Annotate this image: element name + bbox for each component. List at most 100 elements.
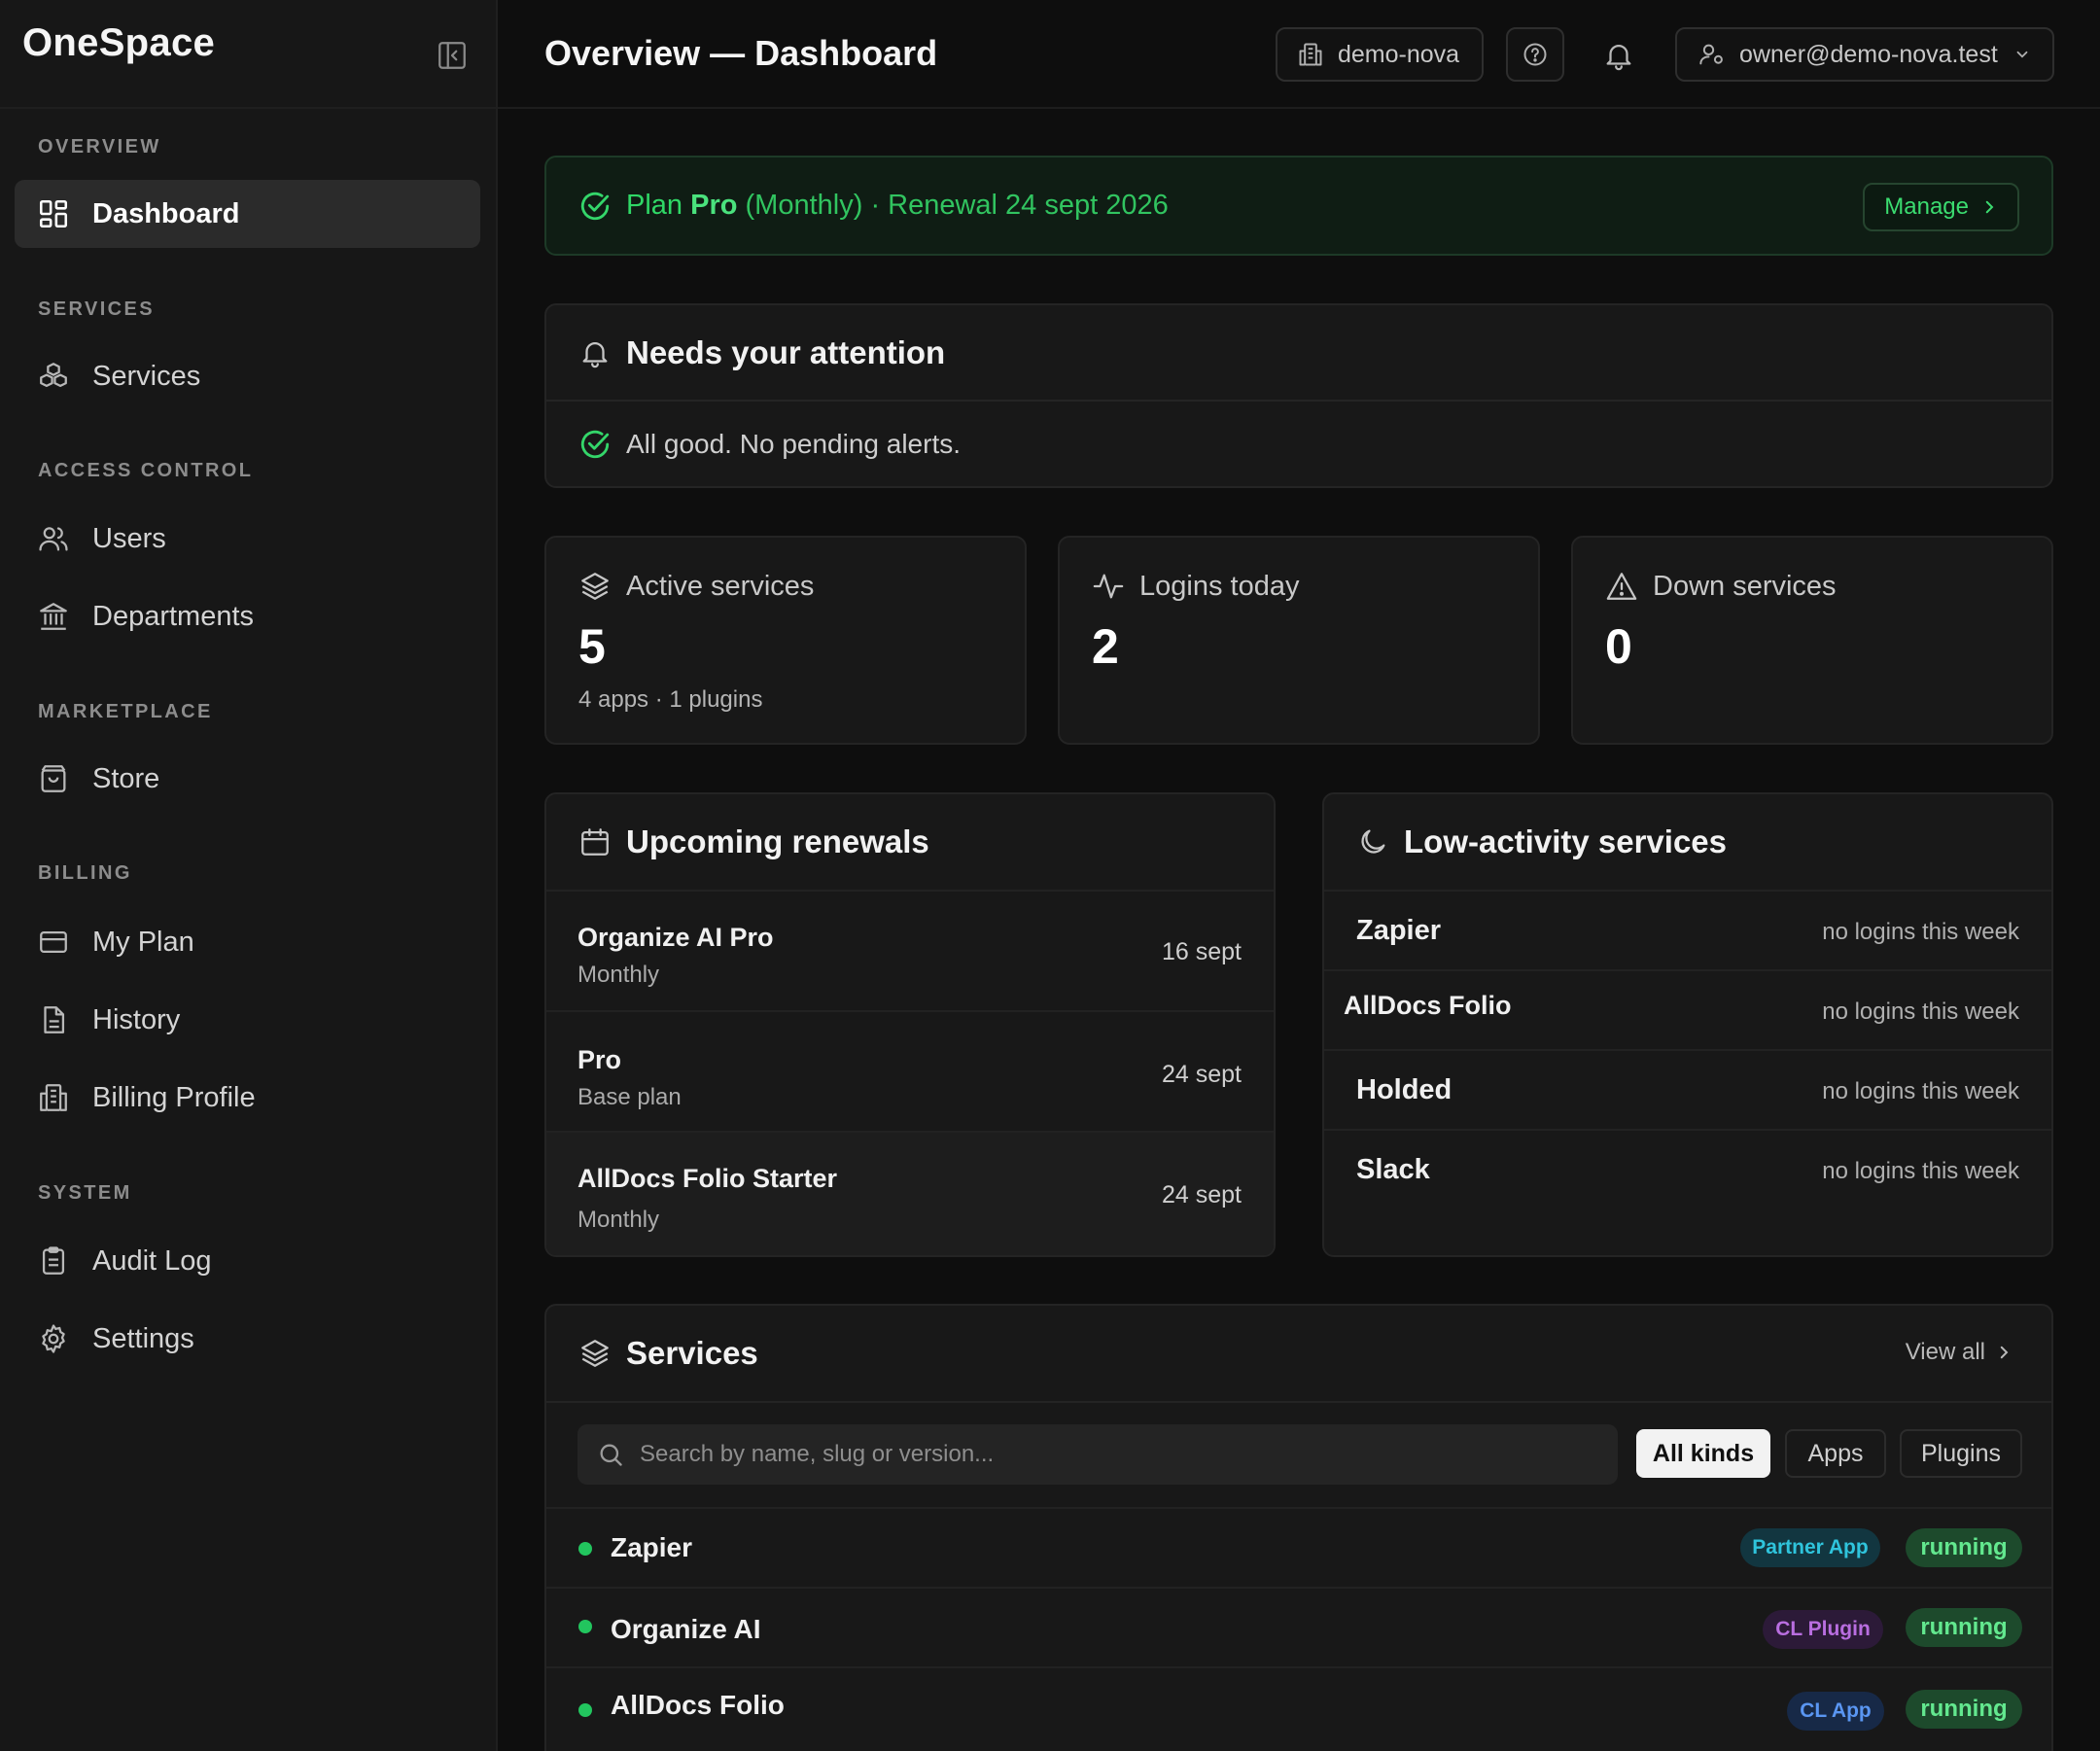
- activity-note: no logins this week: [1822, 1158, 2019, 1184]
- building-icon: [37, 1081, 70, 1114]
- sidebar-item-history[interactable]: History: [15, 986, 480, 1054]
- check-circle-icon: [578, 428, 612, 461]
- clipboard-icon: [37, 1244, 70, 1278]
- search-icon: [597, 1441, 624, 1468]
- view-all-link[interactable]: View all: [1906, 1339, 2012, 1366]
- sidebar-item-users[interactable]: Users: [15, 505, 480, 573]
- notifications-bell-icon[interactable]: [1602, 39, 1635, 72]
- grid-icon: [37, 197, 70, 230]
- service-row[interactable]: AllDocs Folio CL App running: [546, 1666, 2051, 1746]
- stat-label: Logins today: [1139, 570, 1300, 602]
- low-activity-row[interactable]: AllDocs Folio no logins this week: [1324, 969, 2051, 1049]
- status-badge: running: [1906, 1690, 2022, 1729]
- renewal-name: AllDocs Folio Starter: [578, 1164, 838, 1193]
- sidebar-item-billing-profile[interactable]: Billing Profile: [15, 1064, 480, 1132]
- sidebar-item-my-plan[interactable]: My Plan: [15, 908, 480, 976]
- page-title: Overview — Dashboard: [544, 33, 938, 73]
- status-badge: running: [1906, 1528, 2022, 1567]
- service-name: Slack: [1356, 1154, 1430, 1185]
- service-name: Zapier: [1356, 915, 1442, 946]
- sidebar-item-store[interactable]: Store: [15, 745, 480, 813]
- plan-cycle: (Monthly): [745, 190, 863, 221]
- renewal-date: 24 sept: [1161, 1181, 1242, 1208]
- help-button[interactable]: [1506, 27, 1564, 82]
- section-label-services: SERVICES: [38, 298, 155, 320]
- shopping-bag-icon: [37, 762, 70, 795]
- stat-label-row: Down services: [1605, 570, 2019, 603]
- activity-icon: [1092, 570, 1125, 603]
- section-label-marketplace: MARKETPLACE: [38, 701, 213, 722]
- renewals-title: Upcoming renewals: [626, 823, 929, 859]
- sidebar: OneSpace OVERVIEW Dashboard SERVICES Ser…: [0, 0, 498, 1751]
- renewal-subtext: Base plan: [578, 1084, 682, 1110]
- brand-logo[interactable]: OneSpace: [22, 21, 215, 65]
- low-activity-card: Low-activity services Zapier no logins t…: [1322, 792, 2053, 1257]
- stat-value: 5: [578, 619, 606, 674]
- sidebar-item-audit-log[interactable]: Audit Log: [15, 1227, 480, 1295]
- low-activity-row[interactable]: Slack no logins this week: [1324, 1129, 2051, 1208]
- filter-all-kinds[interactable]: All kinds: [1636, 1429, 1770, 1478]
- sidebar-item-label: Settings: [92, 1322, 194, 1354]
- low-activity-row[interactable]: Holded no logins this week: [1324, 1049, 2051, 1129]
- stat-card-active-services: Active services 5 4 apps · 1 plugins: [544, 536, 1027, 745]
- kind-badge: CL App: [1787, 1692, 1884, 1731]
- filter-apps[interactable]: Apps: [1785, 1429, 1886, 1478]
- gear-icon: [37, 1322, 70, 1355]
- attention-card: Needs your attention All good. No pendin…: [544, 303, 2053, 488]
- renewal-row[interactable]: Pro Base plan 24 sept: [546, 1010, 1274, 1131]
- moon-icon: [1356, 825, 1389, 858]
- status-badge: running: [1906, 1608, 2022, 1647]
- section-label-system: SYSTEM: [38, 1182, 132, 1204]
- service-name: Organize AI: [611, 1614, 761, 1644]
- service-name: Zapier: [611, 1532, 693, 1562]
- sidebar-item-label: Audit Log: [92, 1244, 212, 1277]
- stat-value: 0: [1605, 619, 1632, 674]
- service-name: AllDocs Folio: [611, 1690, 785, 1720]
- sidebar-item-settings[interactable]: Settings: [15, 1305, 480, 1373]
- sidebar-divider: [0, 107, 498, 109]
- service-search: [578, 1424, 1618, 1485]
- stat-value: 2: [1092, 619, 1119, 674]
- boxes-icon: [37, 360, 70, 393]
- services-title: Services: [626, 1335, 758, 1371]
- service-row[interactable]: Zapier Partner App running: [546, 1507, 2051, 1587]
- status-dot: [578, 1620, 592, 1633]
- sidebar-collapse-icon[interactable]: [436, 39, 469, 72]
- stat-label-row: Logins today: [1092, 570, 1506, 603]
- chevron-right-icon: [1980, 198, 1998, 216]
- chevron-down-icon: [2013, 46, 2031, 63]
- org-name: demo-nova: [1338, 40, 1460, 68]
- sidebar-item-label: Store: [92, 762, 160, 794]
- credit-card-icon: [37, 926, 70, 959]
- renewal-row[interactable]: AllDocs Folio Starter Monthly 24 sept: [546, 1131, 1274, 1255]
- stat-label: Active services: [626, 570, 815, 602]
- building-icon: [1297, 41, 1324, 68]
- chevron-right-icon: [1995, 1344, 2012, 1361]
- top-header: Overview — Dashboard demo-nova owner@dem…: [498, 0, 2100, 109]
- sidebar-item-services[interactable]: Services: [15, 342, 480, 410]
- layers-icon: [578, 1337, 612, 1370]
- service-row[interactable]: Organize AI CL Plugin running: [546, 1587, 2051, 1666]
- sidebar-item-departments[interactable]: Departments: [15, 582, 480, 650]
- plan-prefix: Plan: [626, 190, 683, 221]
- users-icon: [37, 522, 70, 555]
- check-circle-icon: [578, 190, 612, 223]
- activity-note: no logins this week: [1822, 998, 2019, 1025]
- user-menu-button[interactable]: owner@demo-nova.test: [1675, 27, 2054, 82]
- renewals-header: Upcoming renewals: [546, 794, 1274, 890]
- stat-subtext: 4 apps · 1 plugins: [578, 686, 763, 713]
- manage-plan-button[interactable]: Manage: [1863, 183, 2019, 231]
- sidebar-item-label: History: [92, 1003, 181, 1035]
- filter-plugins[interactable]: Plugins: [1900, 1429, 2022, 1478]
- renewal-row[interactable]: Organize AI Pro Monthly 16 sept: [546, 890, 1274, 1010]
- sidebar-item-dashboard[interactable]: Dashboard: [15, 180, 480, 248]
- plan-name: Pro: [690, 190, 738, 221]
- search-input[interactable]: [640, 1441, 1592, 1468]
- org-switcher-button[interactable]: demo-nova: [1276, 27, 1484, 82]
- service-name: AllDocs Folio: [1344, 991, 1512, 1020]
- activity-note: no logins this week: [1822, 919, 2019, 945]
- renewals-card: Upcoming renewals Organize AI Pro Monthl…: [544, 792, 1276, 1257]
- help-circle-icon: [1522, 41, 1549, 68]
- calendar-icon: [578, 825, 612, 858]
- low-activity-row[interactable]: Zapier no logins this week: [1324, 890, 2051, 969]
